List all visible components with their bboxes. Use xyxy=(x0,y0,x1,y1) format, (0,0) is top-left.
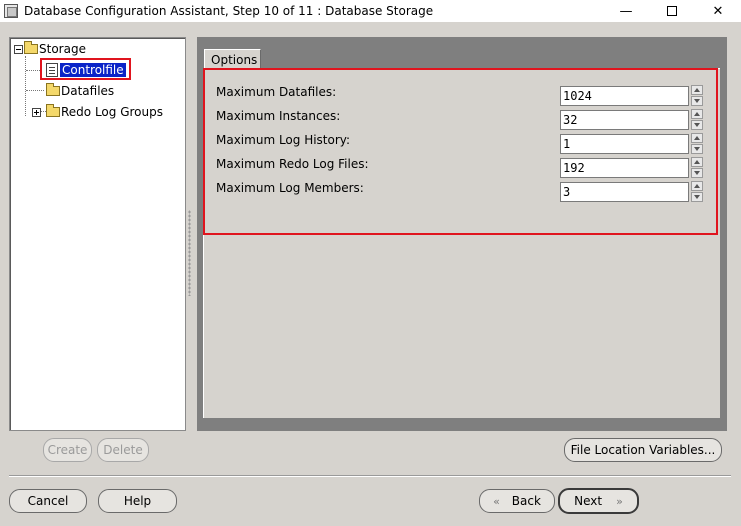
back-button[interactable]: « Back xyxy=(479,489,555,513)
tree-item-redo-log-groups[interactable]: Redo Log Groups xyxy=(32,103,163,121)
back-label: Back xyxy=(511,494,541,508)
expand-icon[interactable] xyxy=(32,107,41,117)
folder-icon xyxy=(24,41,38,54)
cancel-button[interactable]: Cancel xyxy=(9,489,87,513)
file-location-variables-button[interactable]: File Location Variables... xyxy=(564,438,722,462)
window-title: Database Configuration Assistant, Step 1… xyxy=(24,4,434,18)
help-button[interactable]: Help xyxy=(98,489,177,513)
tree-item-label: Storage xyxy=(39,42,86,56)
close-button[interactable]: ✕ xyxy=(695,0,741,22)
collapse-icon[interactable] xyxy=(14,44,23,54)
folder-icon xyxy=(46,104,60,117)
close-icon: ✕ xyxy=(712,3,724,19)
highlight-box xyxy=(203,68,718,235)
back-arrow-icon: « xyxy=(493,494,500,508)
tree-connector xyxy=(26,90,44,91)
minimize-icon: — xyxy=(619,3,633,19)
splitter-handle[interactable] xyxy=(188,210,191,296)
tab-options[interactable]: Options xyxy=(204,49,261,69)
delete-button[interactable]: Delete xyxy=(97,438,149,462)
app-icon xyxy=(4,4,18,18)
tree-item-label: Redo Log Groups xyxy=(61,105,163,119)
maximize-icon xyxy=(667,6,677,16)
next-button[interactable]: Next » xyxy=(558,488,639,514)
tree-connector xyxy=(25,56,26,116)
tree-item-datafiles[interactable]: Datafiles xyxy=(46,82,114,100)
separator xyxy=(9,475,731,477)
folder-icon xyxy=(46,83,60,96)
next-label: Next xyxy=(574,494,603,508)
next-arrow-icon: » xyxy=(616,494,623,508)
tree-item-storage[interactable]: Storage xyxy=(14,40,86,58)
maximize-button[interactable] xyxy=(649,0,695,22)
tree-item-label: Datafiles xyxy=(61,84,115,98)
tab-label: Options xyxy=(211,52,258,67)
highlight-box xyxy=(40,58,131,80)
create-button[interactable]: Create xyxy=(43,438,92,462)
storage-tree[interactable]: Storage Controlfile Datafiles Redo Log G… xyxy=(9,37,186,431)
minimize-button[interactable]: — xyxy=(603,0,649,22)
